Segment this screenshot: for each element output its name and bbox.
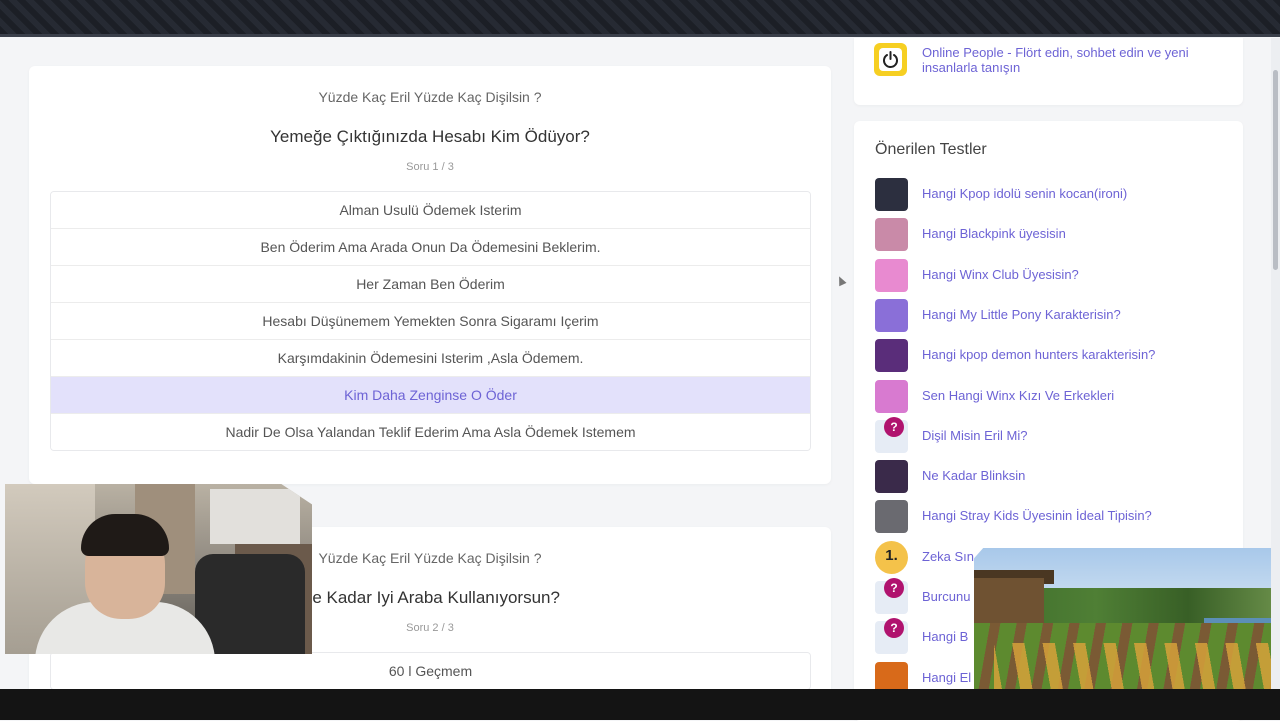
- test-item[interactable]: Hangi Blackpink üyesisin: [875, 218, 1235, 251]
- scrollbar-thumb[interactable]: [1273, 70, 1278, 270]
- answer-list: Alman Usulü Ödemek Isterim Ben Öderim Am…: [50, 191, 811, 451]
- grade-badge-icon: 1.: [875, 541, 908, 574]
- answer-option[interactable]: Karşımdakinin Ödemesini Isterim ,Asla Öd…: [51, 339, 810, 376]
- question-badge-icon: ?: [884, 578, 904, 598]
- question-badge-icon: ?: [884, 417, 904, 437]
- test-item[interactable]: Hangi kpop demon hunters karakterisin?: [875, 339, 1235, 372]
- test-thumbnail: ?: [875, 618, 908, 654]
- test-link[interactable]: Hangi My Little Pony Karakterisin?: [922, 307, 1121, 322]
- answer-list: 60 l Geçmem: [50, 652, 811, 690]
- browser-top-bar: [0, 0, 1280, 37]
- answer-option[interactable]: Her Zaman Ben Öderim: [51, 265, 810, 302]
- online-people-link[interactable]: Online People - Flört edin, sohbet edin …: [922, 45, 1222, 75]
- scrollbar[interactable]: [1271, 38, 1280, 689]
- test-link[interactable]: Dişil Misin Eril Mi?: [922, 428, 1027, 443]
- test-link[interactable]: Sen Hangi Winx Kızı Ve Erkekleri: [922, 388, 1114, 403]
- test-link[interactable]: Hangi El: [922, 670, 971, 685]
- test-thumbnail: ?: [875, 417, 908, 453]
- online-people-card[interactable]: Online People - Flört edin, sohbet edin …: [854, 38, 1243, 105]
- quiz-question: Yemeğe Çıktığınızda Hesabı Kim Ödüyor?: [270, 127, 590, 146]
- test-link[interactable]: Burcunu: [922, 589, 970, 604]
- test-thumbnail: [875, 380, 908, 413]
- test-thumbnail: [875, 299, 908, 332]
- test-thumbnail: [875, 339, 908, 372]
- test-thumbnail: ?: [875, 578, 908, 614]
- test-link[interactable]: Zeka Sın: [922, 549, 974, 564]
- test-thumbnail: [875, 500, 908, 533]
- test-link[interactable]: Ne Kadar Blinksin: [922, 468, 1025, 483]
- test-item[interactable]: Ne Kadar Blinksin: [875, 460, 1235, 493]
- test-thumbnail: [875, 178, 908, 211]
- test-item[interactable]: Hangi Kpop idolü senin kocan(ironi): [875, 178, 1235, 211]
- answer-option[interactable]: Nadir De Olsa Yalandan Teklif Ederim Ama…: [51, 413, 810, 450]
- question-counter: Soru 1 / 3: [406, 161, 454, 173]
- taskbar: [0, 689, 1280, 720]
- answer-option-selected[interactable]: Kim Daha Zenginse O Öder: [51, 376, 810, 413]
- test-item[interactable]: Hangi My Little Pony Karakterisin?: [875, 299, 1235, 332]
- test-link[interactable]: Hangi Kpop idolü senin kocan(ironi): [922, 186, 1127, 201]
- power-icon: [874, 43, 907, 76]
- test-link[interactable]: Hangi Winx Club Üyesisin?: [922, 267, 1079, 282]
- test-thumbnail: [875, 259, 908, 292]
- test-thumbnail: 1.: [875, 541, 908, 574]
- test-link[interactable]: Hangi B: [922, 629, 968, 644]
- answer-option[interactable]: Alman Usulü Ödemek Isterim: [51, 192, 810, 228]
- test-thumbnail: [875, 460, 908, 493]
- webcam-overlay: [5, 484, 312, 654]
- section-title: Önerilen Testler: [875, 141, 987, 158]
- quiz-card: Yüzde Kaç Eril Yüzde Kaç Dişilsin ? Yeme…: [29, 66, 831, 484]
- question-badge-icon: ?: [884, 618, 904, 638]
- test-link[interactable]: Hangi Blackpink üyesisin: [922, 226, 1066, 241]
- test-link[interactable]: Hangi Stray Kids Üyesinin İdeal Tipisin?: [922, 508, 1152, 523]
- answer-option[interactable]: 60 l Geçmem: [51, 653, 810, 689]
- mouse-cursor-icon: [835, 274, 847, 287]
- answer-option[interactable]: Hesabı Düşünemem Yemekten Sonra Sigaramı…: [51, 302, 810, 339]
- test-item[interactable]: Sen Hangi Winx Kızı Ve Erkekleri: [875, 380, 1235, 413]
- test-link[interactable]: Hangi kpop demon hunters karakterisin?: [922, 347, 1155, 362]
- answer-option[interactable]: Ben Öderim Ama Arada Onun Da Ödemesini B…: [51, 228, 810, 265]
- quiz-subtitle: Yüzde Kaç Eril Yüzde Kaç Dişilsin ?: [318, 89, 542, 105]
- test-item[interactable]: ? Dişil Misin Eril Mi?: [875, 417, 1235, 453]
- test-item[interactable]: Hangi Stray Kids Üyesinin İdeal Tipisin?: [875, 500, 1235, 533]
- test-item[interactable]: Hangi Winx Club Üyesisin?: [875, 259, 1235, 292]
- test-thumbnail: [875, 218, 908, 251]
